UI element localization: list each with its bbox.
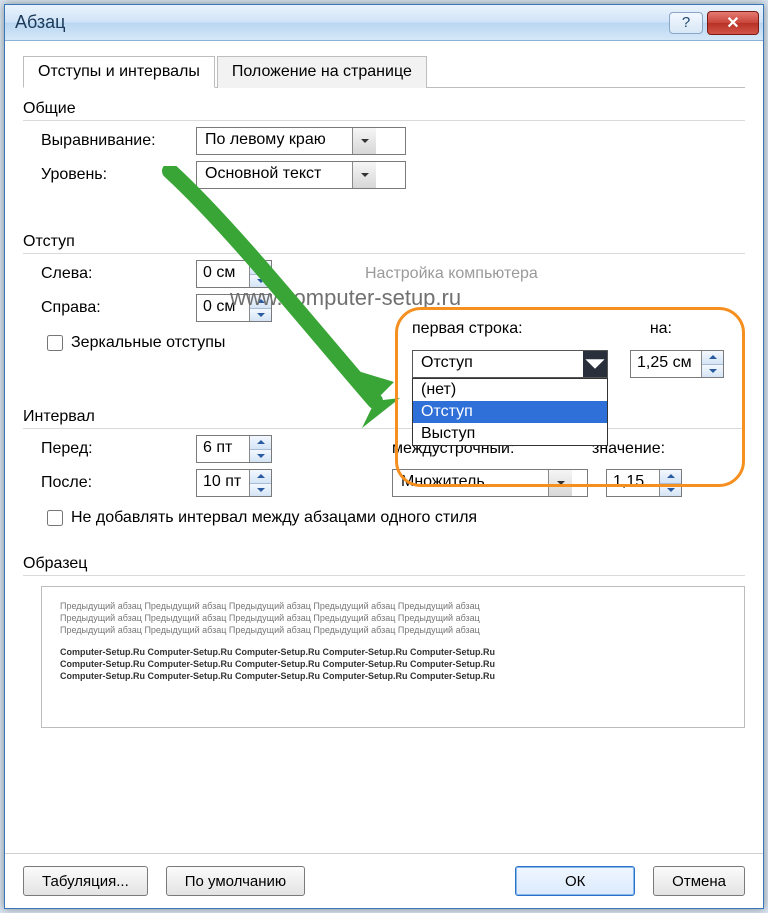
alignment-select[interactable]: По левому краю <box>196 127 406 155</box>
first-line-by-label: на: <box>572 320 728 338</box>
ok-button[interactable]: ОК <box>515 866 635 896</box>
before-spin[interactable]: 6 пт <box>196 435 272 463</box>
indent-left-spin[interactable]: 0 см <box>196 260 272 288</box>
sample-body-line: Computer-Setup.Ru Computer-Setup.Ru Comp… <box>60 647 726 657</box>
chevron-down-icon <box>352 162 376 188</box>
sample-prev-line: Предыдущий абзац Предыдущий абзац Предыд… <box>60 601 726 611</box>
help-icon: ? <box>682 14 690 31</box>
first-line-select[interactable]: Отступ <box>412 350 608 378</box>
window-title: Абзац <box>15 12 665 33</box>
alignment-value: По левому краю <box>197 128 352 154</box>
spin-up-icon[interactable] <box>702 351 723 365</box>
default-button[interactable]: По умолчанию <box>166 866 305 896</box>
after-value: 10 пт <box>197 470 249 496</box>
tabstrip: Отступы и интервалы Положение на страниц… <box>23 55 745 88</box>
close-button[interactable]: ✕ <box>707 11 759 35</box>
help-button[interactable]: ? <box>669 12 703 34</box>
no-space-same-style-label: Не добавлять интервал между абзацами одн… <box>71 509 477 527</box>
indent-right-label: Справа: <box>41 299 196 317</box>
group-general: Общие <box>23 100 745 121</box>
close-icon: ✕ <box>726 13 739 33</box>
group-indent: Отступ <box>23 233 745 254</box>
sample-prev-line: Предыдущий абзац Предыдущий абзац Предыд… <box>60 613 726 623</box>
cancel-button[interactable]: Отмена <box>653 866 745 896</box>
sample-preview: Предыдущий абзац Предыдущий абзац Предыд… <box>41 586 745 728</box>
chevron-down-icon <box>352 128 376 154</box>
tabs-button[interactable]: Табуляция... <box>23 866 148 896</box>
first-line-highlight: первая строка: на: Отступ (нет) Отступ В… <box>395 307 745 487</box>
first-line-opt-indent[interactable]: Отступ <box>413 401 607 423</box>
no-space-same-style-checkbox[interactable] <box>47 510 63 526</box>
level-value: Основной текст <box>197 162 352 188</box>
chevron-down-icon <box>583 351 607 377</box>
group-sample: Образец <box>23 555 745 576</box>
before-value: 6 пт <box>197 436 249 462</box>
level-select[interactable]: Основной текст <box>196 161 406 189</box>
level-label: Уровень: <box>41 166 196 184</box>
before-label: Перед: <box>41 440 196 458</box>
spin-down-icon[interactable] <box>702 365 723 378</box>
mirror-indents-label: Зеркальные отступы <box>71 334 225 352</box>
tab-page-position[interactable]: Положение на странице <box>217 56 427 88</box>
watermark-line1: Настройка компьютера <box>365 265 538 283</box>
alignment-label: Выравнивание: <box>41 132 196 150</box>
first-line-dropdown: (нет) Отступ Выступ <box>412 378 608 446</box>
spin-up-icon[interactable] <box>250 261 271 275</box>
first-line-selected: Отступ <box>413 351 583 377</box>
after-spin[interactable]: 10 пт <box>196 469 272 497</box>
spin-down-icon[interactable] <box>250 450 271 463</box>
spin-buttons[interactable] <box>249 470 271 496</box>
dialog-body: Отступы и интервалы Положение на страниц… <box>5 41 763 853</box>
titlebar: Абзац ? ✕ <box>5 5 763 41</box>
tab-indents[interactable]: Отступы и интервалы <box>23 56 215 88</box>
indent-left-value: 0 см <box>197 261 249 287</box>
spin-down-icon[interactable] <box>250 484 271 497</box>
sample-body-line: Computer-Setup.Ru Computer-Setup.Ru Comp… <box>60 671 726 681</box>
mirror-indents-checkbox[interactable] <box>47 335 63 351</box>
spin-buttons[interactable] <box>701 351 723 377</box>
sample-body-line: Computer-Setup.Ru Computer-Setup.Ru Comp… <box>60 659 726 669</box>
dialog-paragraph: Абзац ? ✕ Отступы и интервалы Положение … <box>4 4 764 909</box>
spin-buttons[interactable] <box>249 261 271 287</box>
spin-up-icon[interactable] <box>250 436 271 450</box>
first-line-by-value: 1,25 см <box>631 351 701 377</box>
spin-buttons[interactable] <box>249 436 271 462</box>
sample-prev-line: Предыдущий абзац Предыдущий абзац Предыд… <box>60 625 726 635</box>
first-line-opt-none[interactable]: (нет) <box>413 379 607 401</box>
first-line-opt-hanging[interactable]: Выступ <box>413 423 607 445</box>
spin-up-icon[interactable] <box>250 470 271 484</box>
dialog-footer: Табуляция... По умолчанию ОК Отмена <box>5 853 763 908</box>
indent-left-label: Слева: <box>41 265 196 283</box>
after-label: После: <box>41 474 196 492</box>
first-line-label: первая строка: <box>412 320 572 338</box>
first-line-by-spin[interactable]: 1,25 см <box>630 350 724 378</box>
